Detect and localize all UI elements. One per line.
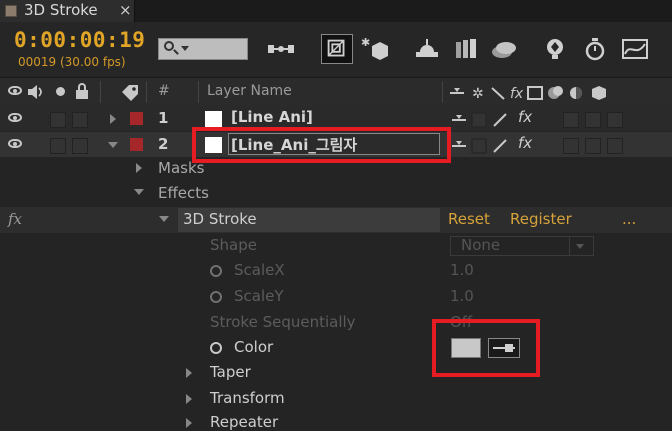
scaley-value[interactable]: 1.0 bbox=[450, 287, 474, 305]
collapse-icon[interactable] bbox=[108, 142, 118, 148]
expand-icon[interactable] bbox=[110, 114, 116, 124]
stopwatch-icon[interactable] bbox=[580, 36, 610, 62]
scaley-label: ScaleY bbox=[234, 287, 284, 305]
stopwatch-icon[interactable] bbox=[210, 265, 222, 277]
taper-group[interactable]: Taper bbox=[210, 363, 251, 381]
layer-name-header[interactable]: Layer Name bbox=[207, 83, 292, 99]
tab-3d-stroke[interactable]: 3D Stroke × bbox=[0, 0, 135, 22]
fx-icon[interactable]: fx bbox=[8, 210, 22, 228]
label-tag-icon[interactable] bbox=[120, 83, 140, 101]
effect-switch[interactable]: fx bbox=[518, 134, 532, 152]
label-color[interactable] bbox=[130, 112, 143, 125]
current-time-display[interactable]: 0:00:00:19 bbox=[14, 28, 145, 52]
audio-icon[interactable] bbox=[26, 84, 46, 100]
lock-switch[interactable] bbox=[72, 112, 88, 128]
layer-number: 1 bbox=[158, 109, 169, 127]
frame-blending-icon[interactable] bbox=[412, 36, 442, 62]
solo-switch[interactable] bbox=[50, 138, 66, 154]
transform-expand-icon[interactable] bbox=[186, 394, 192, 404]
repeater-expand-icon[interactable] bbox=[186, 418, 192, 428]
tab-title: 3D Stroke bbox=[24, 1, 98, 19]
comp-mini-flowchart-icon[interactable] bbox=[266, 36, 296, 62]
chevron-down-icon bbox=[181, 46, 189, 51]
visibility-icon[interactable] bbox=[8, 113, 22, 122]
reset-link[interactable]: Reset bbox=[448, 210, 490, 228]
lock-switch[interactable] bbox=[72, 138, 88, 154]
effect-switch[interactable]: fx bbox=[518, 108, 532, 126]
stopwatch-icon[interactable] bbox=[210, 291, 222, 303]
svg-text:fx: fx bbox=[510, 86, 524, 101]
highlight-box-layer-name bbox=[192, 127, 451, 163]
close-icon[interactable]: × bbox=[119, 1, 132, 19]
composition-icon bbox=[5, 5, 17, 17]
draft-3d-icon[interactable] bbox=[321, 34, 353, 64]
stroke-sequentially-label: Stroke Sequentially bbox=[210, 313, 356, 331]
label-color[interactable] bbox=[130, 138, 143, 151]
layer-name[interactable]: [Line Ani] bbox=[231, 108, 313, 126]
repeater-group[interactable]: Repeater bbox=[210, 413, 278, 431]
lock-icon[interactable] bbox=[74, 83, 90, 100]
effects-collapse-icon[interactable] bbox=[134, 189, 144, 195]
motion-blur-icon[interactable] bbox=[452, 36, 482, 62]
shape-label: Shape bbox=[210, 236, 257, 254]
shape-dropdown[interactable]: None bbox=[450, 236, 594, 256]
stopwatch-icon[interactable] bbox=[210, 342, 222, 354]
video-visibility-icon[interactable] bbox=[8, 86, 22, 95]
highlight-box-color bbox=[432, 319, 540, 377]
search-input[interactable] bbox=[158, 38, 248, 60]
solo-icon[interactable] bbox=[56, 87, 65, 96]
register-link[interactable]: Register bbox=[510, 210, 572, 228]
auto-keyframe-icon[interactable] bbox=[540, 36, 570, 62]
effect-name[interactable]: 3D Stroke bbox=[183, 210, 257, 228]
brainstorm-icon[interactable] bbox=[490, 36, 520, 62]
layer-number: 2 bbox=[158, 135, 169, 153]
transform-group[interactable]: Transform bbox=[210, 389, 285, 407]
scalex-label: ScaleX bbox=[234, 261, 285, 279]
layer-column-header: # Layer Name ✲ fx bbox=[0, 77, 672, 107]
masks-group[interactable]: Masks bbox=[158, 159, 204, 177]
switches-header-icons: ✲ fx bbox=[450, 86, 606, 101]
frame-count: 00019 (30.00 fps) bbox=[18, 55, 126, 69]
svg-text:✲: ✲ bbox=[472, 86, 484, 101]
chevron-down-icon bbox=[576, 244, 584, 249]
solo-switch[interactable] bbox=[50, 112, 66, 128]
scalex-value[interactable]: 1.0 bbox=[450, 261, 474, 279]
masks-expand-icon[interactable] bbox=[136, 163, 142, 173]
layer-number-header: # bbox=[158, 83, 170, 99]
color-label: Color bbox=[234, 338, 274, 356]
hide-shy-layers-icon[interactable]: ✱ bbox=[360, 36, 390, 62]
shape-value: None bbox=[461, 236, 501, 254]
effect-collapse-icon[interactable] bbox=[159, 216, 169, 222]
taper-expand-icon[interactable] bbox=[186, 368, 192, 378]
layer-source-swatch bbox=[205, 111, 222, 127]
graph-editor-icon[interactable] bbox=[620, 36, 650, 62]
options-link[interactable]: ... bbox=[622, 210, 636, 228]
visibility-icon[interactable] bbox=[8, 139, 22, 148]
effects-group[interactable]: Effects bbox=[158, 184, 209, 202]
svg-text:✱: ✱ bbox=[361, 36, 370, 49]
